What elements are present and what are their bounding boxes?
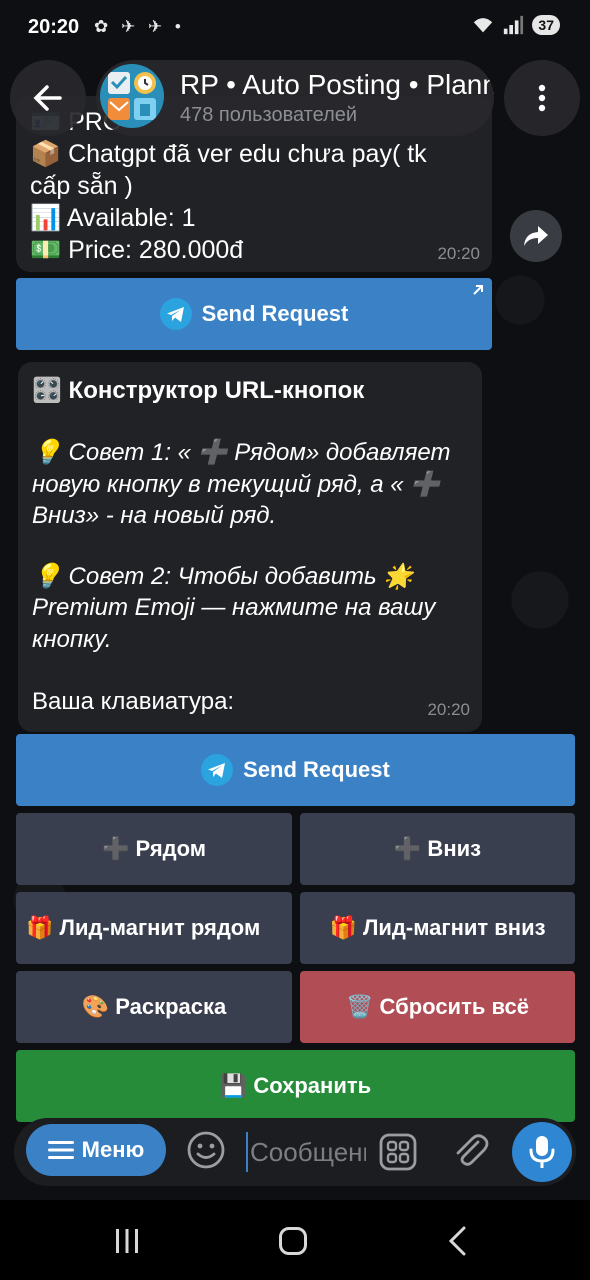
back-button[interactable]	[10, 60, 86, 136]
bot-menu-button[interactable]: Меню	[26, 1124, 166, 1176]
lead-magnet-side-button[interactable]: 🎁 Лид-магнит рядом	[16, 892, 292, 964]
telegram-icon	[201, 754, 234, 786]
message-time: 20:20	[427, 700, 470, 719]
send-request-label: Send Request	[243, 757, 390, 782]
voice-message-button[interactable]	[512, 1122, 572, 1182]
lead-magnet-side-label: 🎁 Лид-магнит рядом	[26, 915, 261, 940]
recent-apps-icon[interactable]	[112, 1228, 142, 1254]
wifi-icon	[474, 18, 493, 33]
signal-icon	[504, 15, 524, 35]
message-line: Вниз» - на новый ряд.	[32, 502, 277, 529]
send-request-label: Send Request	[201, 301, 349, 326]
add-down-button[interactable]: ➕ Вниз	[300, 813, 575, 885]
more-options-button[interactable]	[504, 60, 580, 136]
status-time: 20:20	[28, 16, 80, 38]
share-arrow-icon	[524, 226, 548, 246]
notification-icons: ✿ ✈ ✈ •	[94, 17, 185, 36]
send-request-inline-button[interactable]: Send Request	[16, 278, 492, 350]
message-line: Premium Emoji — нажмите на вашу	[32, 594, 436, 621]
chat-avatar	[100, 64, 164, 128]
emoji-icon[interactable]	[186, 1130, 226, 1170]
add-side-button[interactable]: ➕ Рядом	[16, 813, 292, 885]
message-line: cấp sẵn )	[30, 172, 133, 200]
coloring-label: 🎨 Раскраска	[81, 994, 227, 1019]
bot-commands-icon[interactable]	[378, 1132, 418, 1172]
lead-magnet-down-label: 🎁 Лид-магнит вниз	[329, 915, 546, 940]
message-time: 20:20	[437, 244, 480, 263]
message-line: 💡 Совет 2: Чтобы добавить 🌟	[32, 563, 414, 590]
add-down-label: ➕ Вниз	[393, 836, 482, 861]
add-side-label: ➕ Рядом	[101, 836, 207, 861]
chat-header: RP • Auto Posting • Planner 478 пользова…	[0, 60, 590, 136]
chat-member-count: 478 пользователей	[180, 104, 358, 126]
telegram-icon	[159, 298, 192, 330]
microphone-icon	[529, 1136, 555, 1168]
save-button[interactable]: 💾 Сохранить	[16, 1050, 575, 1122]
coloring-button[interactable]: 🎨 Раскраска	[16, 971, 292, 1043]
more-vertical-icon	[538, 84, 546, 112]
message-line: 📦 Chatgpt đã ver edu chưa pay( tk	[30, 140, 427, 168]
message-line: 📊 Available: 1	[30, 204, 196, 232]
chat-title-pill[interactable]: RP • Auto Posting • Planner 478 пользова…	[96, 60, 494, 136]
planner-logo-icon	[108, 72, 156, 120]
message-line: 💵 Price: 280.000đ	[30, 236, 244, 264]
menu-label: Меню	[81, 1137, 145, 1162]
share-button[interactable]	[510, 210, 562, 262]
home-icon[interactable]	[279, 1227, 307, 1255]
battery-indicator: 37	[532, 15, 560, 35]
message-title: 🎛️ Конструктор URL-кнопок	[32, 377, 365, 404]
message-line: кнопку.	[32, 626, 112, 653]
system-navigation-bar	[0, 1200, 590, 1280]
status-indicators: 37	[472, 15, 560, 35]
back-arrow-icon	[33, 85, 62, 111]
reset-all-button[interactable]: 🗑️ Сбросить всё	[300, 971, 575, 1043]
message-line: Ваша клавиатура:	[32, 688, 235, 715]
hamburger-icon	[47, 1141, 74, 1159]
system-back-icon[interactable]	[446, 1226, 468, 1256]
lead-magnet-down-button[interactable]: 🎁 Лид-магнит вниз	[300, 892, 575, 964]
message-line: новую кнопку в текущий ряд, а « ➕	[32, 471, 441, 498]
save-label: 💾 Сохранить	[219, 1073, 372, 1098]
send-request-button[interactable]: Send Request	[16, 734, 575, 806]
status-bar: 20:20 ✿ ✈ ✈ • 37	[0, 0, 590, 56]
external-link-icon	[473, 285, 483, 295]
chat-title: RP • Auto Posting • Planner	[180, 69, 494, 100]
paperclip-icon[interactable]	[450, 1130, 490, 1170]
compose-bar: Меню	[14, 1118, 576, 1186]
message-line: 💡 Совет 1: « ➕ Рядом» добавляет	[32, 439, 451, 466]
reset-all-label: 🗑️ Сбросить всё	[346, 994, 529, 1019]
message-input[interactable]	[246, 1132, 366, 1172]
message-bubble-url-builder[interactable]: 🎛️ Конструктор URL-кнопок 💡 Совет 1: « ➕…	[18, 362, 482, 732]
